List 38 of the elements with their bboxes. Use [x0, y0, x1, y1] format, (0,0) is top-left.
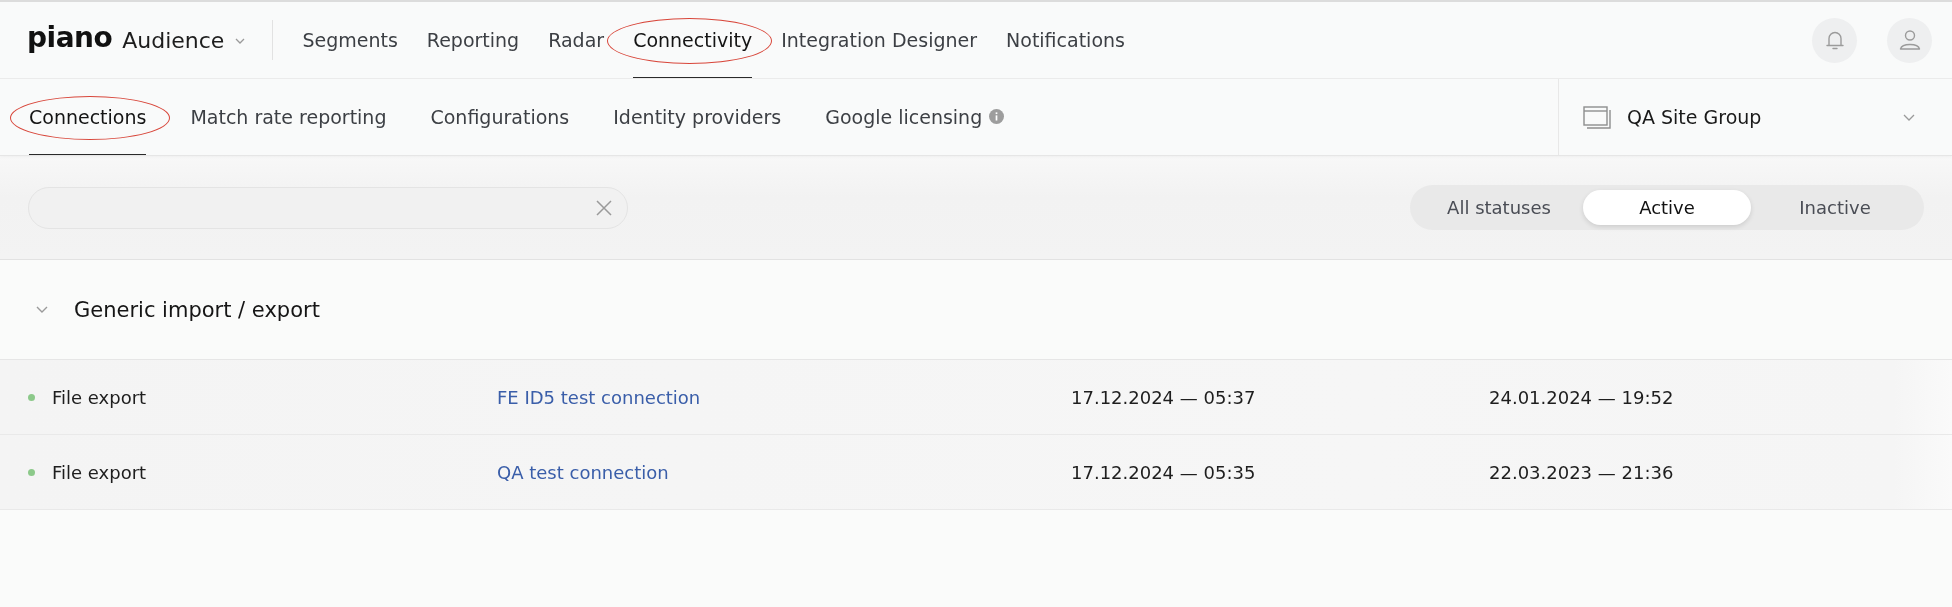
connection-type: File export: [52, 461, 147, 483]
status-option[interactable]: All statuses: [1415, 190, 1583, 225]
product-switcher[interactable]: Audience: [122, 27, 246, 53]
nav-tab[interactable]: Integration Designer: [781, 2, 978, 78]
nav-tab[interactable]: Radar: [548, 2, 605, 78]
logo[interactable]: piano: [27, 24, 113, 52]
nav-tab[interactable]: Notifications: [1006, 2, 1125, 78]
nav-tab[interactable]: Connectivity: [633, 2, 753, 78]
sub-tab[interactable]: Configurations: [430, 79, 570, 155]
sub-tab[interactable]: Connections: [29, 79, 147, 155]
notifications-button[interactable]: [1812, 17, 1857, 63]
date-cell: 17.12.2024 — 05:35: [1071, 461, 1256, 483]
sub-tab[interactable]: Google licensing: [825, 79, 1005, 155]
nav-tab[interactable]: Reporting: [426, 2, 520, 78]
connection-link[interactable]: FE ID5 test connection: [497, 386, 701, 408]
date-cell: 17.12.2024 — 05:37: [1071, 386, 1256, 408]
nav-tab[interactable]: Segments: [302, 2, 398, 78]
user-icon: [1898, 30, 1921, 50]
site-group-dropdown[interactable]: QA Site Group: [1558, 79, 1952, 155]
sub-tab[interactable]: Match rate reporting: [190, 79, 387, 155]
account-button[interactable]: [1887, 17, 1932, 63]
windows-icon: [1583, 105, 1611, 129]
group-title: Generic import / export: [74, 297, 320, 322]
chevron-down-icon: [235, 38, 246, 44]
connection-row[interactable]: File export QA test connection 17.12.2024 — 05:35 22.03.2023 — 21:36: [0, 435, 1952, 510]
clear-search-button[interactable]: [596, 199, 612, 216]
date-cell: 22.03.2023 — 21:36: [1489, 461, 1674, 483]
connection-link[interactable]: QA test connection: [497, 461, 669, 483]
date-cell: 24.01.2024 — 19:52: [1489, 386, 1674, 408]
close-icon: [596, 199, 612, 216]
status-option[interactable]: Active: [1583, 190, 1751, 225]
connection-row[interactable]: File export FE ID5 test connection 17.12.2024 — 05:37 24.01.2024 — 19:52: [0, 360, 1952, 435]
chevron-down-icon: [1903, 113, 1915, 121]
status-option[interactable]: Inactive: [1751, 190, 1919, 225]
bell-icon: [1824, 29, 1845, 51]
connection-type: File export: [52, 386, 147, 408]
sub-tab[interactable]: Identity providers: [613, 79, 782, 155]
search-field[interactable]: [28, 186, 628, 229]
